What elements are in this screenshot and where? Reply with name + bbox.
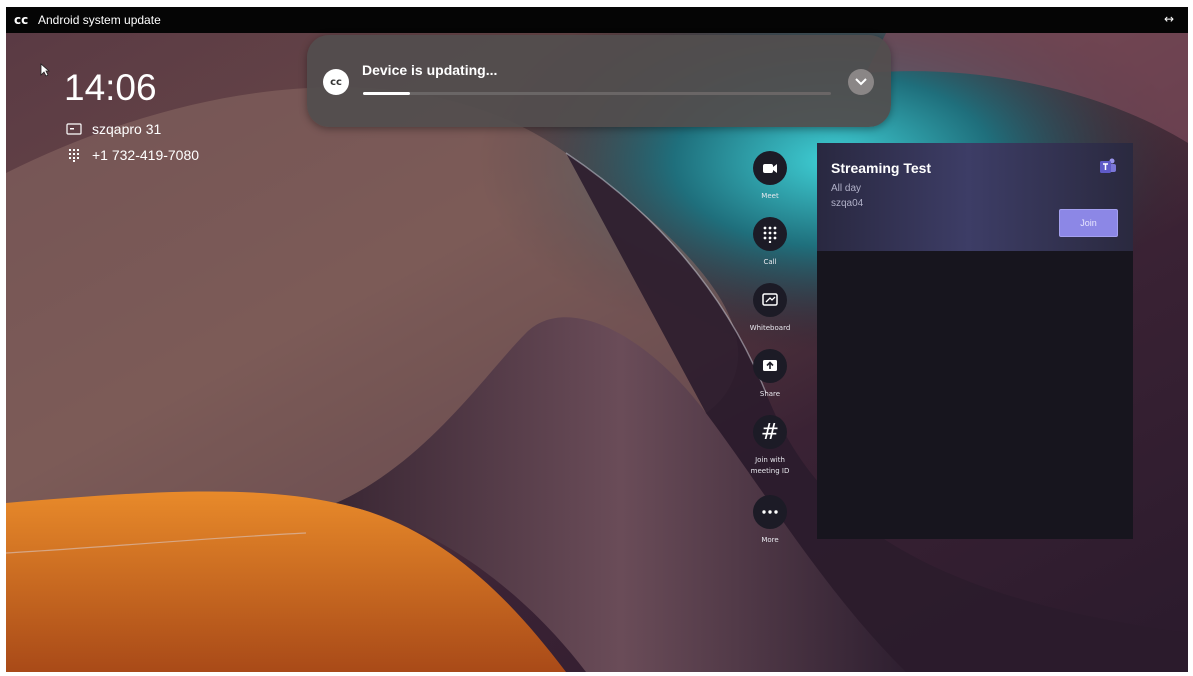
meeting-card[interactable]: Streaming Test All day szqa04 Join — [817, 143, 1133, 251]
window-titlebar: cc Android system update ↔ — [6, 7, 1188, 33]
resize-icon[interactable]: ↔ — [1164, 12, 1174, 26]
rail-join-id-label: Join with meeting ID — [750, 456, 790, 475]
rail-meet-button[interactable]: Meet — [730, 151, 810, 202]
clock-time: 14:06 — [64, 67, 157, 108]
update-message: Device is updating... — [362, 62, 498, 78]
meeting-organizer: szqa04 — [831, 198, 864, 209]
window-title: Android system update — [38, 13, 161, 27]
meetings-panel: Streaming Test All day szqa04 Join — [817, 143, 1133, 539]
rail-call-button[interactable]: Call — [730, 217, 810, 268]
more-dots-icon — [753, 495, 787, 529]
teams-logo-icon — [1100, 158, 1116, 173]
update-progress-bar — [363, 92, 831, 95]
rail-more-label: More — [761, 536, 779, 544]
meeting-time: All day — [831, 183, 862, 194]
rail-join-id-button[interactable]: # Join with meeting ID — [730, 415, 810, 477]
video-camera-icon — [753, 151, 787, 185]
device-screen: cc Android system update ↔ 14:06 szqapro… — [6, 7, 1188, 672]
rail-meet-label: Meet — [761, 192, 779, 200]
dialpad-icon — [753, 217, 787, 251]
rail-whiteboard-button[interactable]: Whiteboard — [730, 283, 810, 334]
room-display-icon — [66, 123, 82, 135]
mouse-cursor-icon — [40, 63, 50, 77]
room-name: szqapro 31 — [92, 121, 162, 137]
rail-share-label: Share — [759, 390, 781, 398]
meeting-title: Streaming Test — [831, 160, 932, 176]
app-logo-icon: cc — [14, 13, 29, 27]
room-name-row: szqapro 31 — [66, 121, 161, 137]
update-app-logo-icon: cc — [323, 69, 349, 95]
dialpad-icon — [69, 149, 79, 162]
rail-call-label: Call — [763, 258, 777, 266]
expand-button[interactable] — [848, 69, 874, 95]
update-notification[interactable]: cc Device is updating... — [307, 35, 891, 127]
rail-more-button[interactable]: More — [730, 495, 810, 546]
room-phone-number: +1 732-419-7080 — [92, 147, 200, 163]
hash-icon: # — [753, 415, 787, 449]
room-phone-row: +1 732-419-7080 — [66, 147, 199, 163]
rail-whiteboard-label: Whiteboard — [749, 324, 791, 332]
rail-share-button[interactable]: Share — [730, 349, 810, 400]
update-progress-fill — [363, 92, 410, 95]
join-meeting-button[interactable]: Join — [1059, 209, 1118, 237]
share-screen-icon — [753, 349, 787, 383]
chevron-down-icon — [855, 78, 867, 86]
whiteboard-icon — [753, 283, 787, 317]
